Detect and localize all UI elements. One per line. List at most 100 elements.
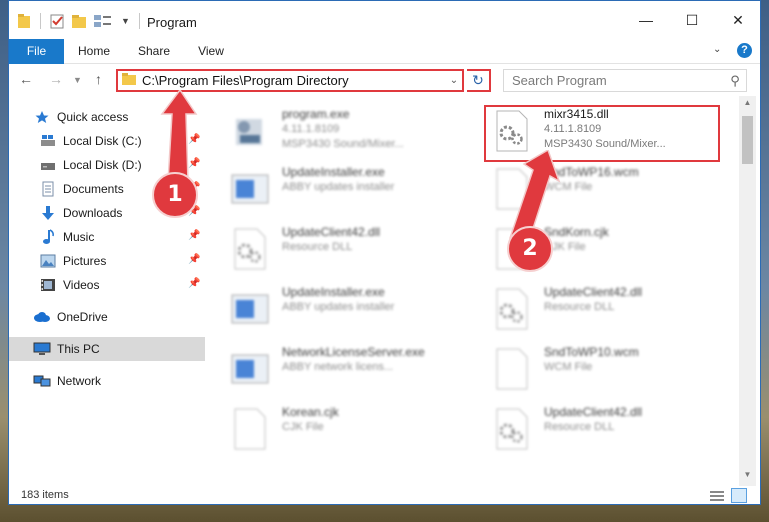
sidebar-item-label: Music (63, 230, 95, 244)
sidebar-item-pictures[interactable]: Pictures 📌 (9, 249, 205, 273)
pictures-icon (39, 253, 57, 269)
file-item[interactable]: NetworkLicenseServer.exe ABBY network li… (222, 341, 462, 397)
installer-icon (230, 167, 270, 211)
file-item[interactable]: UpdateInstaller.exe ABBY updates install… (222, 281, 462, 337)
tab-home[interactable]: Home (72, 39, 116, 64)
customize-toolbar-chevron-icon[interactable]: ▼ (121, 11, 130, 31)
toolbar-separator (40, 13, 41, 29)
recent-locations-chevron-icon[interactable]: ▼ (73, 75, 82, 85)
sidebar-item-label: Local Disk (D:) (63, 158, 142, 172)
back-arrow-icon[interactable]: ← (19, 71, 33, 87)
sidebar-item-music[interactable]: Music 📌 (9, 225, 205, 249)
blank-file-icon (230, 407, 270, 451)
file-name: NetworkLicenseServer.exe (282, 345, 425, 359)
sidebar-item-label: This PC (57, 342, 100, 356)
star-icon (33, 109, 51, 125)
help-icon[interactable]: ? (737, 43, 752, 58)
dll-gear-icon (492, 287, 532, 331)
file-description: Resource DLL (282, 241, 353, 253)
music-icon (39, 229, 57, 245)
scroll-down-arrow-icon[interactable]: ▼ (739, 470, 756, 484)
new-folder-icon[interactable] (71, 11, 87, 31)
folder-icon (17, 11, 31, 31)
refresh-icon[interactable]: ↻ (467, 69, 491, 92)
file-description: Resource DLL (544, 421, 615, 433)
address-bar[interactable]: C:\Program Files\Program Directory ⌄ (116, 69, 464, 92)
blank-file-icon (492, 347, 532, 391)
file-item[interactable]: program.exe 4.11.1.8109 MSP3430 Sound/Mi… (222, 103, 462, 159)
tab-file[interactable]: File (9, 39, 64, 64)
file-name: SndToWP10.wcm (544, 345, 639, 359)
drive-c-icon (39, 133, 57, 149)
step-2-badge: 2 (507, 226, 553, 272)
sidebar-item-label: Local Disk (C:) (63, 134, 142, 148)
view-properties-icon[interactable] (93, 11, 113, 31)
file-item[interactable]: UpdateClient42.dll Resource DLL (222, 221, 462, 277)
search-box[interactable]: ⚲ (503, 69, 747, 92)
sidebar-item-label: Videos (63, 278, 100, 292)
file-item[interactable]: SndToWP10.wcm WCM File (484, 341, 724, 397)
file-description: ABBY updates installer (282, 181, 395, 193)
minimize-button[interactable]: — (623, 1, 669, 39)
file-version: 4.11.1.8109 (282, 123, 340, 135)
installer-icon (230, 347, 270, 391)
file-description: ABBY updates installer (282, 301, 395, 313)
address-dropdown-chevron-icon[interactable]: ⌄ (446, 75, 462, 86)
file-item[interactable]: Korean.cjk CJK File (222, 401, 462, 457)
sidebar-item-onedrive[interactable]: OneDrive (9, 305, 205, 329)
up-arrow-icon[interactable]: ↑ (95, 71, 102, 87)
file-name: UpdateClient42.dll (544, 405, 643, 419)
item-count: 183 items (21, 489, 69, 501)
details-view-icon[interactable] (709, 489, 725, 503)
tab-view[interactable]: View (191, 39, 231, 64)
file-item[interactable]: UpdateInstaller.exe ABBY updates install… (222, 161, 462, 217)
pin-icon[interactable]: 📌 (188, 254, 200, 265)
file-name: UpdateClient42.dll (544, 285, 643, 299)
sidebar-item-label: Documents (63, 182, 124, 196)
tab-share[interactable]: Share (132, 39, 176, 64)
file-name: UpdateInstaller.exe (282, 165, 385, 179)
exe-icon (230, 109, 270, 153)
file-name: UpdateClient42.dll (282, 225, 381, 239)
sidebar-item-network[interactable]: Network (9, 369, 205, 393)
large-icons-view-icon[interactable] (731, 488, 747, 503)
vertical-scrollbar[interactable]: ▲ ▼ (739, 96, 756, 486)
navigation-bar: ← → ▼ ↑ C:\Program Files\Program Directo… (9, 64, 760, 96)
this-pc-icon (33, 341, 51, 357)
close-button[interactable]: ✕ (715, 1, 760, 39)
documents-icon (39, 181, 57, 197)
search-icon[interactable]: ⚲ (724, 73, 746, 89)
folder-icon (122, 72, 136, 89)
maximize-button[interactable]: ☐ (669, 1, 715, 39)
file-description: CJK File (282, 421, 324, 433)
status-bar: 183 items (9, 486, 760, 504)
scroll-thumb[interactable] (742, 116, 753, 164)
scroll-up-arrow-icon[interactable]: ▲ (739, 98, 756, 112)
properties-check-icon[interactable] (49, 11, 65, 31)
expand-ribbon-chevron-icon[interactable]: ⌄ (713, 44, 721, 55)
sidebar-item-this-pc[interactable]: This PC (9, 337, 205, 361)
forward-arrow-icon[interactable]: → (49, 71, 63, 87)
ribbon-tabs: File Home Share View ⌄ ? (9, 39, 760, 64)
pin-icon[interactable]: 📌 (188, 278, 200, 289)
downloads-icon (39, 205, 57, 221)
sidebar-item-label: OneDrive (57, 310, 108, 324)
sidebar-item-videos[interactable]: Videos 📌 (9, 273, 205, 297)
search-input[interactable] (512, 73, 724, 88)
toolbar-separator (139, 13, 140, 29)
sidebar-item-label: Network (57, 374, 102, 388)
file-description: WCM File (544, 361, 593, 373)
network-icon (33, 373, 51, 389)
file-explorer-window: ▼ Program — ☐ ✕ File Home Share View ⌄ ?… (8, 0, 761, 505)
installer-icon (230, 287, 270, 331)
file-item[interactable]: UpdateClient42.dll Resource DLL (484, 401, 724, 457)
file-description: ABBY network licens... (282, 361, 394, 373)
pin-icon[interactable]: 📌 (188, 230, 200, 241)
dll-gear-icon (492, 407, 532, 451)
step-1-badge: 1 (152, 172, 198, 218)
file-description: MSP3430 Sound/Mixer... (282, 138, 404, 150)
address-path[interactable]: C:\Program Files\Program Directory (142, 73, 446, 88)
file-item[interactable]: UpdateClient42.dll Resource DLL (484, 281, 724, 337)
drive-icon (39, 157, 57, 173)
file-name: Korean.cjk (282, 405, 339, 419)
